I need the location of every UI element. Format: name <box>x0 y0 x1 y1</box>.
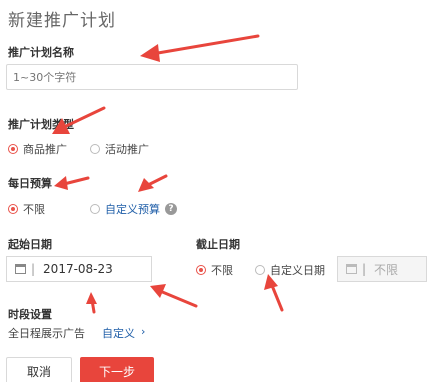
plan-name-input[interactable] <box>6 64 298 90</box>
budget-option-label: 不限 <box>23 203 45 216</box>
annotation-arrow-icon <box>150 284 198 308</box>
budget-option-label: 自定义预算 <box>105 203 160 216</box>
end-date-option-custom[interactable]: 自定义日期 <box>255 262 325 278</box>
chevron-right-icon: › <box>141 325 146 338</box>
page-title: 新建推广计划 <box>8 11 116 31</box>
annotation-arrow-icon <box>264 274 284 312</box>
annotation-arrow-icon <box>138 174 168 192</box>
time-setting-custom-link[interactable]: 自定义 › <box>102 325 145 341</box>
end-date-picker: | 不限 <box>337 256 427 282</box>
plan-name-label: 推广计划名称 <box>8 46 74 59</box>
annotation-arrow-icon <box>86 292 97 314</box>
date-separator: | <box>31 262 36 276</box>
radio-selected-icon <box>196 265 206 275</box>
cancel-button[interactable]: 取消 <box>6 357 72 382</box>
radio-selected-icon <box>8 144 18 154</box>
time-setting-label: 时段设置 <box>8 308 52 321</box>
plan-type-label: 推广计划类型 <box>8 118 74 131</box>
end-date-option-label: 不限 <box>211 264 233 277</box>
end-date-option-label: 自定义日期 <box>270 264 325 277</box>
annotation-arrow-icon <box>140 34 260 62</box>
budget-option-unlimited[interactable]: 不限 <box>8 201 45 217</box>
plan-type-option-label: 商品推广 <box>23 143 67 156</box>
time-setting-text: 全日程展示广告 <box>8 327 85 340</box>
plan-type-option-label: 活动推广 <box>105 143 149 156</box>
start-date-label: 起始日期 <box>8 238 52 251</box>
radio-unselected-icon <box>255 265 265 275</box>
radio-unselected-icon <box>90 144 100 154</box>
question-circle-icon[interactable]: ? <box>165 203 177 215</box>
plan-type-option-activity[interactable]: 活动推广 <box>90 141 149 157</box>
end-date-label: 截止日期 <box>196 238 240 251</box>
annotation-arrow-icon <box>54 176 90 190</box>
plan-type-option-product[interactable]: 商品推广 <box>8 141 67 157</box>
radio-selected-icon <box>8 204 18 214</box>
daily-budget-label: 每日预算 <box>8 177 52 190</box>
next-step-button[interactable]: 下一步 <box>80 357 154 382</box>
radio-unselected-icon <box>90 204 100 214</box>
end-date-value: 不限 <box>374 262 399 277</box>
end-date-option-unlimited[interactable]: 不限 <box>196 262 233 278</box>
date-separator: | <box>362 262 367 276</box>
calendar-icon <box>15 264 26 274</box>
time-setting-link-label: 自定义 <box>102 327 135 340</box>
budget-option-custom[interactable]: 自定义预算 ? <box>90 201 177 217</box>
start-date-value: 2017-08-23 <box>43 262 113 276</box>
start-date-picker[interactable]: | 2017-08-23 <box>6 256 152 282</box>
calendar-icon <box>346 264 357 274</box>
